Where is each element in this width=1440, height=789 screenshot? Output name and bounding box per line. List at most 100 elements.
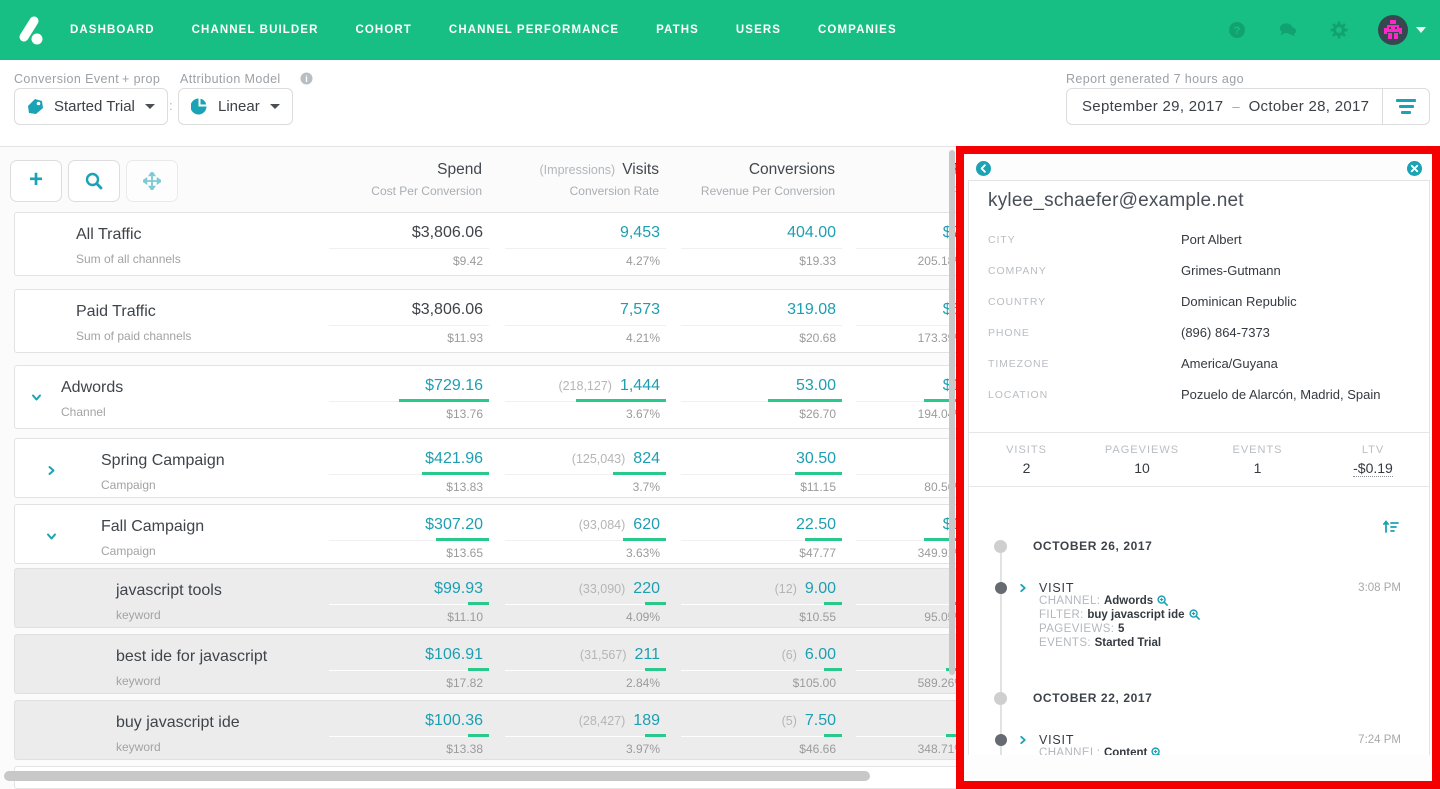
spend-bar	[422, 472, 489, 475]
timeline-date: OCTOBER 22, 2017	[1033, 691, 1152, 705]
visits-value[interactable]: (28,427)189	[579, 712, 660, 730]
cell-conversions: (5)7.50 $46.66	[681, 701, 842, 759]
spend-value[interactable]: $3,806.06	[412, 224, 483, 242]
chevron-down-icon	[145, 104, 155, 109]
help-icon[interactable]: ?	[1228, 21, 1246, 39]
app-logo-icon[interactable]	[14, 13, 46, 47]
cell-conversions: 404.00 $19.33	[681, 213, 842, 275]
row-name[interactable]: All Traffic	[76, 226, 142, 244]
row-name[interactable]: Paid Traffic	[76, 303, 156, 321]
conversions-value[interactable]: (12)9.00	[775, 580, 836, 598]
conversions-bar	[824, 668, 842, 671]
nav-item-dashboard[interactable]: DASHBOARD	[70, 24, 155, 36]
conversions-value[interactable]: 404.00	[787, 224, 836, 242]
visit-title[interactable]: VISIT	[1039, 581, 1074, 595]
date-range-picker[interactable]: September 29, 2017 – October 28, 2017	[1066, 88, 1430, 125]
spend-value[interactable]: $729.16	[425, 377, 483, 395]
spend-value[interactable]: $100.36	[425, 712, 483, 730]
chevron-right-icon[interactable]	[46, 465, 57, 476]
header-visits[interactable]: (Impressions)Visits Conversion Rate	[504, 147, 665, 209]
spend-value[interactable]: $106.91	[425, 646, 483, 664]
info-icon[interactable]: i	[300, 72, 313, 85]
conversions-bar	[824, 734, 842, 737]
date-presets-icon[interactable]	[1383, 99, 1429, 114]
visits-value[interactable]: (31,567)211	[580, 646, 660, 664]
zoom-in-icon[interactable]	[1157, 595, 1168, 606]
conversions-value[interactable]: 30.50	[796, 450, 836, 468]
stat-value: 10	[1134, 460, 1150, 476]
zoom-in-icon[interactable]	[1189, 609, 1200, 620]
row-name[interactable]: best ide for javascript	[116, 648, 267, 666]
nav-right: ?	[1195, 15, 1426, 45]
chevron-right-icon[interactable]	[1018, 735, 1028, 745]
gear-icon[interactable]	[1330, 21, 1348, 39]
nav-item-paths[interactable]: PATHS	[656, 24, 699, 36]
row-name[interactable]: javascript tools	[116, 582, 222, 600]
cell-visits: (218,127)1,444 3.67%	[505, 366, 666, 428]
field-value-timezone: America/Guyana	[1181, 356, 1278, 371]
zoom-in-icon[interactable]	[1151, 747, 1162, 755]
row-name[interactable]: Spring Campaign	[101, 452, 225, 470]
cell-spend: $3,806.06 $11.93	[329, 290, 489, 352]
conversion-rate-value: 3.67%	[626, 407, 660, 421]
nav-item-users[interactable]: USERS	[736, 24, 781, 36]
conversion-rate-value: 2.84%	[626, 676, 660, 690]
chevron-down-icon[interactable]	[31, 392, 42, 403]
horizontal-scrollbar[interactable]	[4, 771, 870, 781]
nav-item-channel-builder[interactable]: CHANNEL BUILDER	[192, 24, 319, 36]
back-icon[interactable]	[976, 161, 991, 176]
nav-item-cohort[interactable]: COHORT	[355, 24, 411, 36]
conversion-event-select[interactable]: Started Trial	[14, 88, 168, 125]
impressions-prefix: (125,043)	[572, 452, 626, 466]
row-type-label: Campaign	[101, 478, 156, 492]
chat-icon[interactable]	[1279, 21, 1297, 39]
visits-value[interactable]: 7,573	[620, 301, 660, 319]
visits-value[interactable]: (33,090)220	[579, 580, 660, 598]
spend-value[interactable]: $307.20	[425, 516, 483, 534]
divider	[329, 325, 489, 326]
spend-value[interactable]: $99.93	[434, 580, 483, 598]
add-prop-link[interactable]: + prop	[122, 72, 160, 86]
header-spend[interactable]: Spend Cost Per Conversion	[328, 147, 488, 209]
cell-visits: (33,090)220 4.09%	[505, 569, 666, 627]
divider	[681, 670, 842, 671]
row-name[interactable]: buy javascript ide	[116, 714, 240, 732]
header-conversions[interactable]: Conversions Revenue Per Conversion	[680, 147, 841, 209]
conversion-rate-value: 3.97%	[626, 742, 660, 756]
visits-value[interactable]: (93,084)620	[579, 516, 660, 534]
spend-value[interactable]: $3,806.06	[412, 301, 483, 319]
close-icon[interactable]	[1407, 161, 1422, 176]
conversions-value[interactable]: 53.00	[796, 377, 836, 395]
cell-visits: (28,427)189 3.97%	[505, 701, 666, 759]
stat-value[interactable]: -$0.19	[1353, 460, 1393, 477]
attribution-model-select[interactable]: Linear	[178, 88, 293, 125]
vertical-scrollbar[interactable]	[949, 150, 955, 675]
divider	[505, 736, 666, 737]
chevron-right-icon[interactable]	[1018, 583, 1028, 593]
row-type-label: Sum of paid channels	[76, 329, 191, 343]
conversions-value[interactable]: 22.50	[796, 516, 836, 534]
visit-detail: CHANNEL: Adwords	[1039, 595, 1168, 607]
panel-toolbar	[964, 154, 1432, 180]
conversions-value[interactable]: (6)6.00	[782, 646, 836, 664]
sort-order-icon[interactable]	[1383, 519, 1399, 535]
avatar[interactable]	[1378, 15, 1408, 45]
conversions-value[interactable]: 319.08	[787, 301, 836, 319]
chevron-down-icon[interactable]	[46, 531, 57, 542]
field-label-timezone: TIMEZONE	[988, 358, 1049, 370]
visits-value[interactable]: (125,043)824	[572, 450, 660, 468]
row-name[interactable]: Adwords	[61, 379, 123, 397]
visit-title[interactable]: VISIT	[1039, 733, 1074, 747]
visits-value[interactable]: (218,127)1,444	[558, 377, 660, 395]
row-name[interactable]: Fall Campaign	[101, 518, 204, 536]
chevron-down-icon[interactable]	[1416, 27, 1426, 33]
timeline-date: OCTOBER 26, 2017	[1033, 539, 1152, 553]
user-detail-card: kylee_schaefer@example.net CITYPort Albe…	[968, 180, 1430, 755]
nav-item-companies[interactable]: COMPANIES	[818, 24, 897, 36]
stat-label: VISITS	[969, 444, 1084, 456]
spend-value[interactable]: $421.96	[425, 450, 483, 468]
cell-conversions: 30.50 $11.15	[681, 439, 842, 497]
conversions-value[interactable]: (5)7.50	[782, 712, 836, 730]
visits-value[interactable]: 9,453	[620, 224, 660, 242]
nav-item-channel-performance[interactable]: CHANNEL PERFORMANCE	[449, 24, 619, 36]
